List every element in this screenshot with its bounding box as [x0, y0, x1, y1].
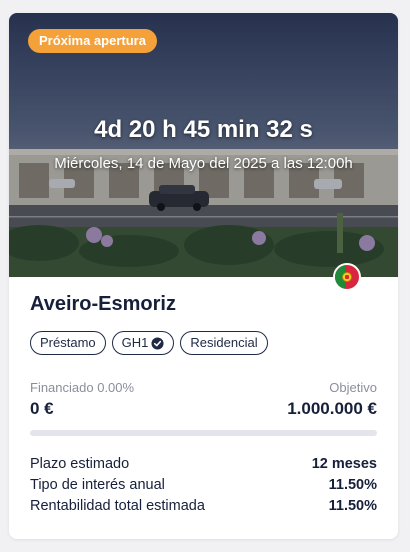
detail-label: Tipo de interés anual	[30, 477, 165, 493]
upcoming-opening-badge: Próxima apertura	[28, 29, 157, 53]
target-amount: 1.000.000 €	[287, 399, 377, 418]
project-title[interactable]: Aveiro-Esmoriz	[30, 293, 176, 316]
detail-value: 11.50%	[328, 477, 377, 493]
financed-amount: 0 €	[30, 399, 54, 418]
project-hero-image: Próxima apertura 4d 20 h 45 min 32 s Mié…	[9, 13, 398, 277]
tag-label: GH1	[121, 335, 149, 350]
tag-loan: Préstamo	[30, 331, 106, 355]
detail-label: Plazo estimado	[30, 456, 130, 472]
target-label: Objetivo	[329, 380, 377, 395]
project-card[interactable]: Próxima apertura 4d 20 h 45 min 32 s Mié…	[9, 13, 398, 539]
detail-row-term: Plazo estimado 12 meses	[30, 456, 377, 477]
detail-row-return: Rentabilidad total estimada 11.50%	[30, 498, 377, 519]
detail-row-interest: Tipo de interés anual 11.50%	[30, 477, 377, 498]
tag-rating[interactable]: GH1	[111, 331, 175, 355]
portugal-flag-icon	[333, 263, 361, 291]
opening-date: Miércoles, 14 de Mayo del 2025 a las 12:…	[54, 155, 353, 172]
countdown-timer: 4d 20 h 45 min 32 s	[94, 116, 313, 143]
tag-label: Residencial	[190, 335, 258, 350]
financing-labels: Financiado 0.00% Objetivo	[30, 380, 377, 395]
financing-values: 0 € 1.000.000 €	[30, 399, 377, 419]
funding-progress-bar	[30, 430, 377, 436]
tag-residential: Residencial	[180, 331, 268, 355]
project-tags: Préstamo GH1 Residencial	[30, 331, 268, 355]
investment-details: Plazo estimado 12 meses Tipo de interés …	[30, 456, 377, 519]
tag-label: Préstamo	[40, 335, 96, 350]
detail-value: 11.50%	[328, 498, 377, 514]
verified-check-icon	[151, 336, 164, 350]
detail-value: 12 meses	[311, 456, 377, 472]
financed-label: Financiado 0.00%	[30, 380, 135, 395]
detail-label: Rentabilidad total estimada	[30, 498, 205, 514]
